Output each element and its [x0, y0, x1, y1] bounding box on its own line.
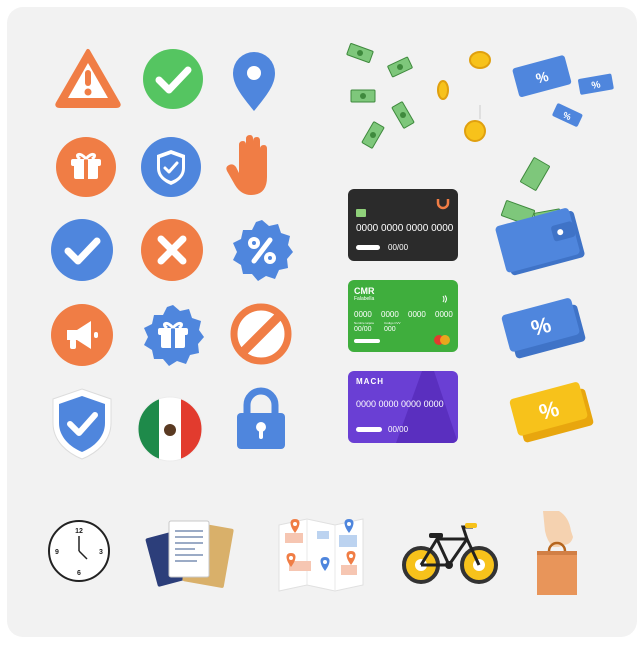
clock-icon: 12 3 6 9: [47, 519, 111, 583]
clock-9: 9: [55, 549, 59, 556]
card-number: 0000 0000 0000 0000: [356, 399, 444, 409]
clock-3: 3: [99, 549, 103, 556]
purple-credit-card: MACH 0000 0000 0000 0000 00/00: [348, 371, 458, 443]
card-brand: CMR: [354, 286, 375, 296]
card-code: 000: [384, 326, 396, 333]
warning-icon: [54, 47, 122, 109]
map-pin-icon: [231, 51, 277, 113]
label-code: Código CVV: [384, 321, 401, 325]
gift-badge-icon: [141, 303, 205, 367]
flag-mexico-icon: [137, 396, 203, 462]
megaphone-icon: [51, 304, 113, 366]
close-orange-icon: [141, 219, 203, 281]
hand-stop-icon: [225, 133, 277, 197]
clock-6: 6: [77, 570, 81, 577]
icon-sheet-panel: % % % 0000 0000 0000 0000 00/00 CMR Fala…: [7, 7, 637, 637]
brand-logo-icon: [436, 197, 450, 210]
card-number-3: 0000: [408, 310, 426, 319]
mastercard-icon: [434, 335, 450, 345]
wallet-icon: [495, 155, 591, 277]
chip-icon: [356, 209, 366, 217]
shield-badge-icon: [141, 137, 201, 197]
card-number-2: 0000: [381, 310, 399, 319]
name-bar: [356, 427, 382, 432]
padlock-icon: [235, 387, 287, 451]
documents-icon: [145, 515, 235, 591]
clock-12: 12: [75, 528, 83, 535]
green-credit-card: CMR Falabella 0000 0000 0000 0000 Nombre…: [348, 280, 458, 352]
card-expiry: 00/00: [388, 243, 409, 252]
gift-icon: [56, 137, 116, 197]
money-coins-icon: [343, 43, 493, 153]
card-expiry: 00/00: [388, 425, 409, 434]
shield-large-icon: [51, 387, 113, 461]
map-icon: [277, 515, 365, 592]
forbidden-icon: [230, 303, 292, 365]
ticket-yellow-icon: %: [507, 375, 597, 445]
card-number-4: 0000: [435, 310, 453, 319]
card-number-1: 0000: [354, 310, 372, 319]
ticket-blue-icon: %: [499, 291, 589, 361]
shopping-bag-icon: [533, 511, 581, 595]
coupon-tickets-icon: % % %: [509, 52, 617, 130]
card-brand: MACH: [356, 377, 384, 386]
black-credit-card: 0000 0000 0000 0000 00/00: [348, 189, 458, 261]
check-blue-icon: [51, 219, 113, 281]
card-expiry: 00/00: [354, 326, 372, 333]
percent-badge-icon: [230, 218, 294, 282]
name-bar: [356, 245, 380, 250]
card-number: 0000 0000 0000 0000: [356, 223, 454, 234]
check-green-icon: [143, 49, 203, 109]
contactless-icon: [441, 295, 449, 303]
card-brand-sub: Falabella: [354, 296, 375, 302]
name-bar: [354, 339, 380, 343]
label-name: Nombre tarjeta: [354, 321, 374, 325]
bicycle-icon: [401, 521, 499, 585]
